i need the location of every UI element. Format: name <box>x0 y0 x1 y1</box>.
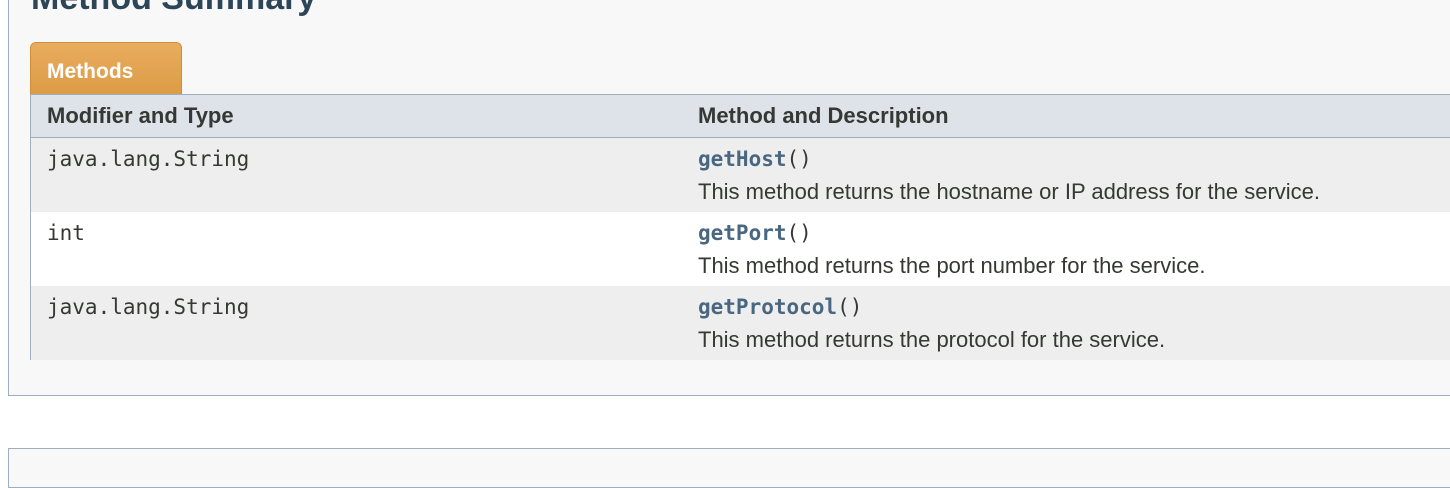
method-description: This method returns the protocol for the… <box>698 327 1166 352</box>
method-summary-table: Modifier and Type Method and Description… <box>30 94 1450 360</box>
next-section-block <box>8 448 1450 488</box>
column-header-method-description: Method and Description <box>698 103 949 128</box>
method-params: () <box>786 147 812 171</box>
column-header-modifier-type: Modifier and Type <box>47 103 234 128</box>
method-description: This method returns the hostname or IP a… <box>698 179 1321 204</box>
table-row: java.lang.String getHost() This method r… <box>31 138 1450 212</box>
method-link-gethost[interactable]: getHost <box>698 147 787 171</box>
return-type: java.lang.String <box>47 147 250 171</box>
tab-methods-label: Methods <box>47 60 134 83</box>
method-link-getport[interactable]: getPort <box>698 221 787 245</box>
method-signature: getHost() <box>698 147 812 171</box>
method-description: This method returns the port number for … <box>698 253 1206 278</box>
method-signature: getPort() <box>698 221 812 245</box>
table-row: java.lang.String getProtocol() This meth… <box>31 286 1450 360</box>
method-params: () <box>837 295 863 319</box>
table-row: int getPort() This method returns the po… <box>31 212 1450 286</box>
return-type: int <box>47 221 85 245</box>
method-link-getprotocol[interactable]: getProtocol <box>698 295 837 319</box>
method-params: () <box>786 221 812 245</box>
section-title: Method Summary <box>31 0 316 15</box>
method-signature: getProtocol() <box>698 295 862 319</box>
tab-methods[interactable]: Methods <box>30 42 182 95</box>
return-type: java.lang.String <box>47 295 250 319</box>
table-header-row: Modifier and Type Method and Description <box>31 95 1450 138</box>
